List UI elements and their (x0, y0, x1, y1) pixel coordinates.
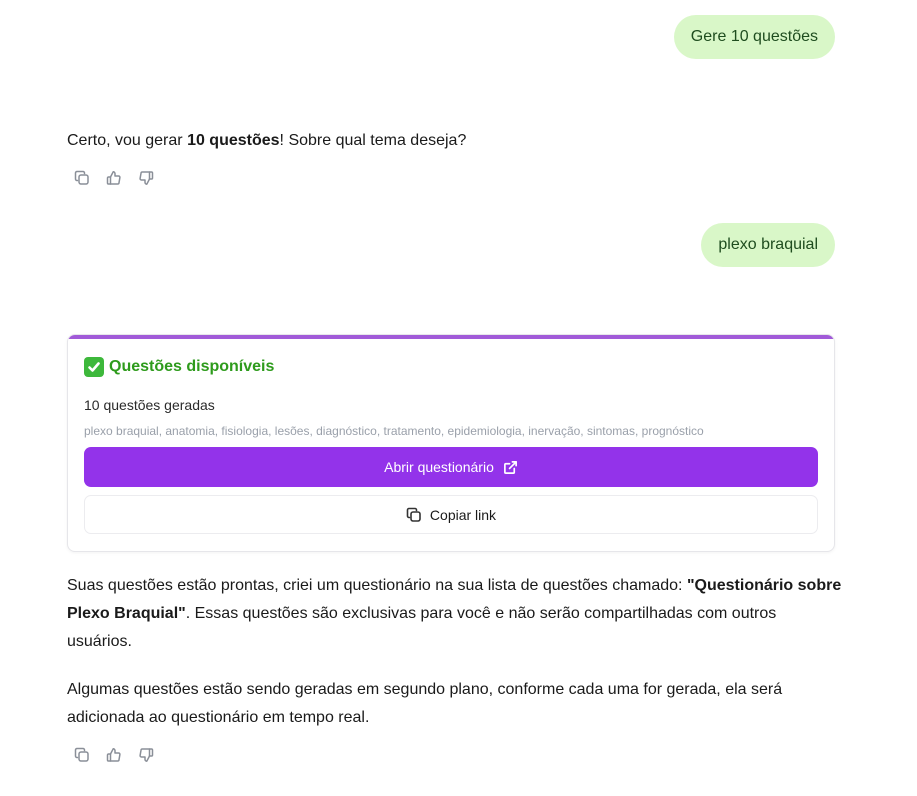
assistant-bold-text: 10 questões (187, 132, 280, 149)
assistant-message: Certo, vou gerar 10 questões! Sobre qual… (67, 132, 467, 149)
like-button[interactable] (104, 168, 123, 187)
open-quiz-label: Abrir questionário (384, 459, 494, 475)
card-title: Questões disponíveis (84, 357, 274, 377)
dislike-button[interactable] (136, 745, 155, 764)
copy-link-label: Copiar link (429, 506, 497, 523)
assistant-message: Suas questões estão prontas, criei um qu… (67, 572, 842, 656)
card-accent-bar (68, 335, 834, 339)
external-link-icon (503, 460, 517, 474)
dislike-button[interactable] (136, 168, 155, 187)
thumbs-up-icon (106, 747, 121, 762)
message-actions (72, 745, 155, 764)
like-button[interactable] (104, 745, 123, 764)
message-actions (72, 168, 155, 187)
assistant-message: Algumas questões estão sendo geradas em … (67, 676, 842, 732)
copy-icon (74, 747, 89, 762)
card-title-text: Questões disponíveis (109, 358, 275, 375)
check-mark-icon (84, 357, 104, 377)
copy-link-button[interactable]: Copiar link (84, 495, 818, 534)
thumbs-down-icon (138, 747, 153, 762)
user-message-text: Gere 10 questões (690, 28, 818, 45)
copy-icon (74, 170, 89, 185)
assistant-paragraph: Algumas questões estão sendo geradas em … (67, 681, 783, 726)
assistant-paragraph: Suas questões estão prontas, criei um qu… (67, 577, 842, 650)
thumbs-up-icon (106, 170, 121, 185)
user-message-text: plexo braquial (718, 236, 818, 253)
copy-message-button[interactable] (72, 168, 91, 187)
user-message-bubble: plexo braquial (701, 223, 835, 267)
copy-message-button[interactable] (72, 745, 91, 764)
question-tags: plexo braquial, anatomia, fisiologia, le… (84, 424, 704, 438)
quiz-card: Questões disponíveis 10 questões geradas… (67, 334, 835, 552)
user-message-bubble: Gere 10 questões (673, 15, 835, 59)
open-quiz-button[interactable]: Abrir questionário (84, 447, 818, 487)
thumbs-down-icon (138, 170, 153, 185)
copy-icon (406, 507, 421, 522)
questions-count: 10 questões geradas (84, 397, 215, 413)
